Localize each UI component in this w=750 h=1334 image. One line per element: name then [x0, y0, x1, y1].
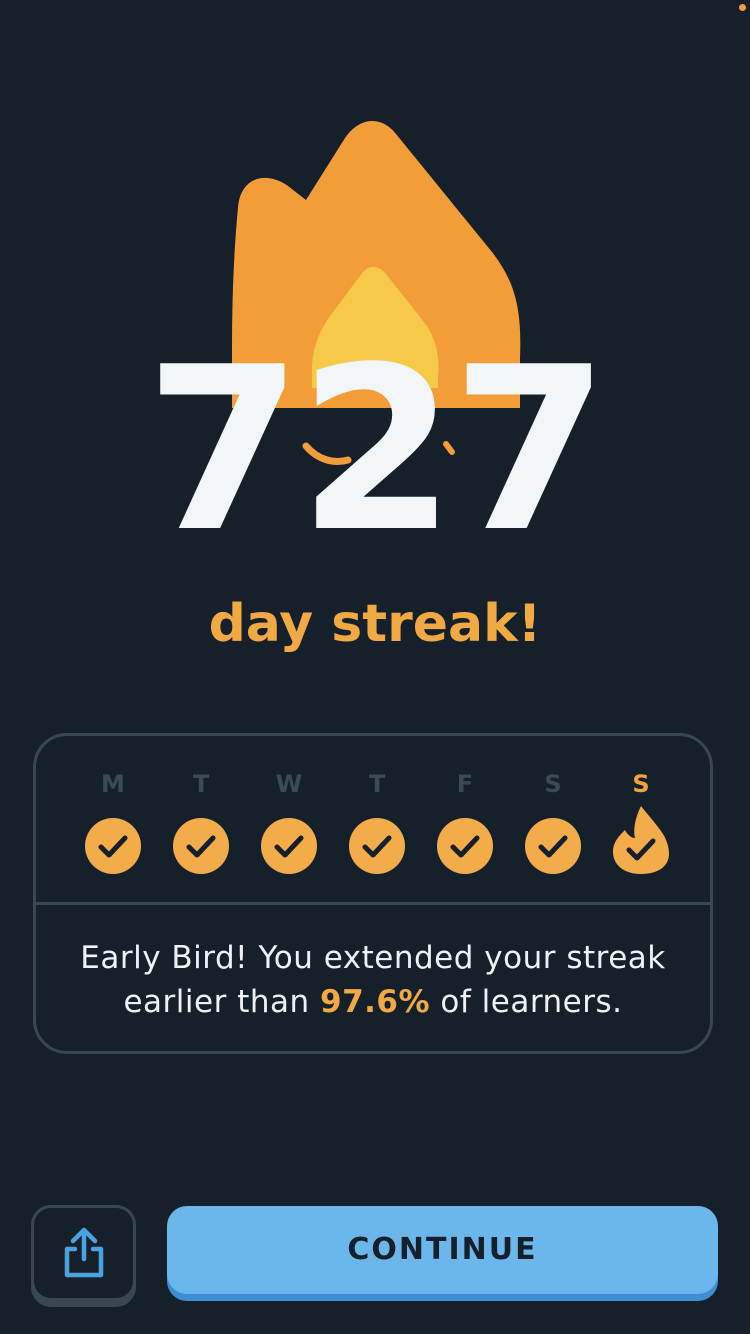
- day-saturday: S: [523, 766, 583, 906]
- checkmark-icon: [98, 835, 128, 858]
- message-suffix: of learners.: [440, 984, 623, 1020]
- day-monday: M: [83, 766, 143, 906]
- day-letter: T: [192, 770, 210, 798]
- checkmark-icon: [186, 835, 216, 858]
- checkmark-icon: [362, 835, 392, 858]
- checkmark-icon: [450, 835, 480, 858]
- day-thursday: T: [347, 766, 407, 906]
- day-check-badge: [85, 818, 141, 874]
- day-check-badge: [525, 818, 581, 874]
- day-check-badge: [437, 818, 493, 874]
- checkmark-icon: [274, 835, 304, 858]
- share-icon: [64, 1227, 104, 1278]
- day-letter: M: [101, 770, 125, 798]
- early-bird-message: Early Bird! You extended your streak ear…: [36, 936, 710, 1024]
- day-wednesday: W: [259, 766, 319, 906]
- day-friday: F: [435, 766, 495, 906]
- streak-label: day streak!: [208, 594, 542, 654]
- day-sunday-today: S: [611, 766, 671, 906]
- week-days-row: M T W T F S S: [36, 766, 716, 906]
- streak-count: 727: [145, 319, 609, 582]
- continue-button[interactable]: CONTINUE: [167, 1206, 718, 1294]
- day-letter: F: [456, 770, 474, 798]
- share-button[interactable]: [31, 1205, 136, 1301]
- streak-hero: 727 day streak!: [0, 0, 750, 650]
- day-tuesday: T: [171, 766, 231, 906]
- card-divider: [36, 902, 710, 905]
- flame-check-icon: [613, 804, 669, 874]
- day-check-badge: [261, 818, 317, 874]
- day-check-badge: [349, 818, 405, 874]
- day-letter: T: [368, 770, 386, 798]
- day-letter: S: [632, 770, 650, 798]
- checkmark-icon: [538, 835, 568, 858]
- message-percent: 97.6%: [320, 984, 431, 1020]
- day-check-badge: [173, 818, 229, 874]
- day-letter: S: [544, 770, 562, 798]
- day-letter: W: [275, 770, 303, 798]
- week-progress-card: M T W T F S S Early Bird! You extended y…: [33, 733, 713, 1054]
